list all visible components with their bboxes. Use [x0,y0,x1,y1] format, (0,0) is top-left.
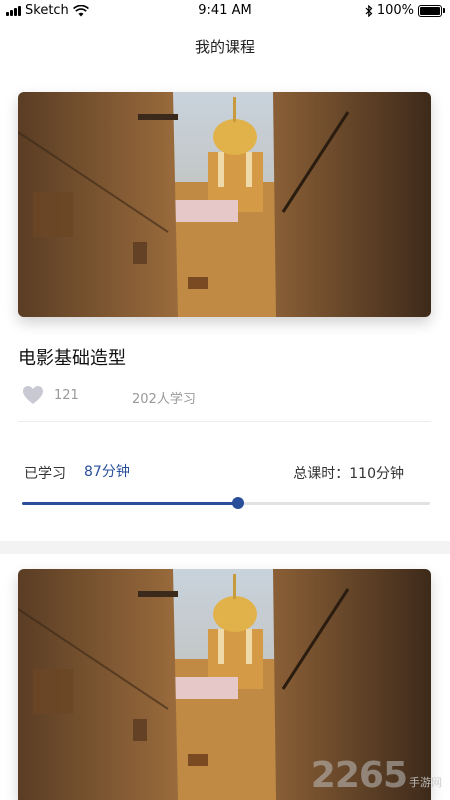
page-title: 我的课程 [194,38,255,56]
status-right: 100% [365,3,445,18]
heart-icon[interactable] [22,385,44,405]
watermark-logo: 2265 手游网 [311,755,442,796]
divider [18,421,431,422]
course-stats: 121 202人学习 [22,385,432,407]
battery-icon [418,4,445,17]
alley-photo [18,92,431,317]
status-bar: Sketch 9:41 AM 100% [0,0,450,22]
progress-slider[interactable] [22,497,430,509]
bluetooth-icon [365,4,373,17]
progress-thumb[interactable] [232,497,245,509]
course-title[interactable]: 电影基础造型 [18,344,126,370]
studied-value: 87分钟 [84,464,130,480]
progress-fill [22,502,239,505]
section-separator [0,541,450,554]
course-cover-image[interactable] [18,92,431,317]
watermark-sub: 手游网 [409,776,442,789]
likes-count: 121 [54,388,79,403]
total-duration-label: 总课时：110分钟 [293,466,404,482]
watermark-main: 2265 [310,755,408,796]
battery-percent: 100% [376,3,414,18]
studied-label: 已学习 [24,466,66,482]
learners-count: 202人学习 [132,392,196,407]
